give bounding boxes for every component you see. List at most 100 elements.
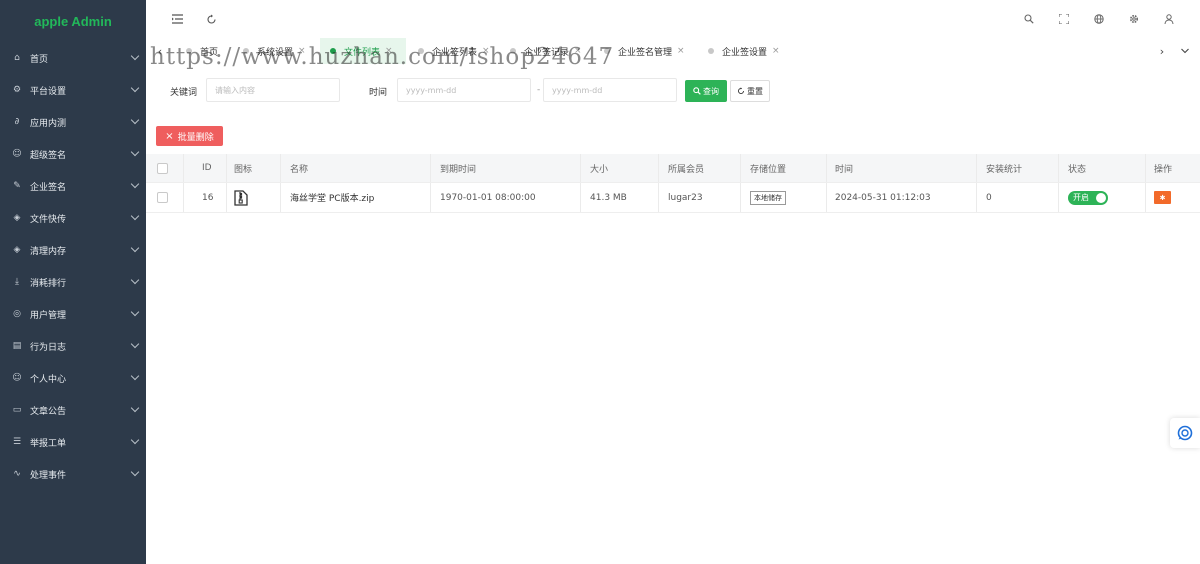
tab-label: 企业签名管理	[618, 47, 673, 58]
sidebar-item-12[interactable]: ☰ 举报工单	[0, 426, 146, 458]
date-separator: -	[537, 85, 541, 95]
column-divider	[740, 183, 741, 212]
zip-file-icon	[234, 183, 248, 212]
tab-2[interactable]: 文件列表 ×	[320, 38, 406, 64]
sidebar-item-label: 清理内存	[30, 246, 67, 257]
search-icon[interactable]	[1022, 12, 1036, 26]
keyword-input[interactable]: 请输入内容	[206, 78, 340, 102]
user-circle-icon: ◎	[13, 309, 21, 319]
tab-5[interactable]: 企业签名管理 ×	[594, 38, 696, 64]
sidebar-item-11[interactable]: ▭ 文章公告	[0, 394, 146, 426]
sidebar-item-5[interactable]: ◈ 文件快传	[0, 202, 146, 234]
column-divider	[826, 183, 827, 212]
sidebar-item-9[interactable]: ▤ 行为日志	[0, 330, 146, 362]
column-header: 存储位置	[750, 164, 787, 175]
tab-dot-icon	[186, 48, 192, 54]
time-label: 时间	[369, 88, 388, 98]
sidebar-item-label: 企业签名	[30, 182, 67, 193]
tab-close-icon[interactable]: ×	[482, 46, 490, 56]
menu-toggle-icon[interactable]	[170, 12, 184, 26]
sidebar-item-10[interactable]: ☺ 个人中心	[0, 362, 146, 394]
select-all-checkbox[interactable]	[157, 154, 168, 182]
sidebar-item-7[interactable]: ⤓ 消耗排行	[0, 266, 146, 298]
main-area: ‹ 首页 系统设置 × 文件列表 × 企业签列表 × 企业签记录 × 企业签名管理 × 企业签设置 × …	[146, 0, 1200, 564]
tabs-prev-icon[interactable]: ‹	[154, 45, 166, 58]
tabs-next-icon[interactable]: ›	[1156, 45, 1168, 58]
globe-icon[interactable]	[1092, 12, 1106, 26]
cube-icon: ◈	[13, 245, 21, 255]
column-header: 时间	[835, 164, 854, 175]
tab-1[interactable]: 系统设置 ×	[233, 38, 318, 64]
column-divider	[1145, 183, 1146, 212]
tab-close-icon[interactable]: ×	[772, 46, 780, 56]
tab-close-icon[interactable]: ×	[298, 46, 306, 56]
sidebar-item-4[interactable]: ✎ 企业签名	[0, 170, 146, 202]
sidebar-item-6[interactable]: ◈ 清理内存	[0, 234, 146, 266]
column-header: 到期时间	[440, 164, 477, 175]
column-header: 安装统计	[986, 164, 1023, 175]
chevron-down-icon	[130, 467, 140, 477]
row-checkbox[interactable]	[157, 183, 168, 212]
chevron-down-icon	[130, 403, 140, 413]
sidebar-item-0[interactable]: ⌂ 首页	[0, 42, 146, 74]
date-to-input[interactable]: yyyy-mm-dd	[543, 78, 677, 102]
table-row: 16 海丝学堂 PC版本.zip 1970-01-01 08:00:00 41.3 M…	[146, 183, 1200, 213]
row-action-button[interactable]: ✱	[1154, 183, 1171, 212]
tab-label: 文件列表	[344, 47, 381, 58]
column-divider	[280, 183, 281, 212]
sidebar: apple Admin ⌂ 首页 ⚙ 平台设置 ∂ 应用内测 ☺ 超级签名 ✎ 企业签名 ◈ 文件快传…	[0, 0, 146, 564]
tab-3[interactable]: 企业签列表 ×	[408, 38, 498, 64]
search-button[interactable]: 查询	[685, 80, 727, 102]
fullscreen-icon[interactable]	[1057, 12, 1071, 26]
tab-0[interactable]: 首页	[176, 38, 234, 64]
storage-location: 本地储存	[750, 183, 786, 212]
sidebar-item-1[interactable]: ⚙ 平台设置	[0, 74, 146, 106]
tab-close-icon[interactable]: ×	[677, 46, 685, 56]
column-divider	[183, 183, 184, 212]
refresh-icon[interactable]	[204, 12, 218, 26]
monitor-icon: ▭	[12, 405, 22, 415]
expire-time: 1970-01-01 08:00:00	[440, 192, 536, 203]
keyword-placeholder: 请输入内容	[215, 85, 255, 95]
tab-dot-icon	[604, 48, 610, 54]
member-name: lugar23	[668, 192, 703, 203]
keyword-label: 关键词	[170, 88, 198, 98]
status-toggle[interactable]: 开启	[1068, 183, 1108, 212]
tab-dot-icon	[708, 48, 714, 54]
column-divider	[226, 154, 227, 182]
install-count: 0	[986, 192, 992, 203]
sidebar-item-label: 举报工单	[30, 438, 67, 449]
tab-close-icon[interactable]: ×	[574, 46, 582, 56]
batch-delete-button[interactable]: × 批量删除	[156, 126, 223, 146]
sidebar-item-13[interactable]: ∿ 处理事件	[0, 458, 146, 490]
column-divider	[976, 154, 977, 182]
created-time: 2024-05-31 01:12:03	[835, 192, 931, 203]
close-icon: ×	[165, 130, 174, 142]
chevron-down-icon	[130, 307, 140, 317]
reset-button[interactable]: 重置	[730, 80, 770, 102]
sidebar-item-label: 应用内测	[30, 118, 67, 129]
tab-6[interactable]: 企业签设置 ×	[698, 38, 783, 64]
chevron-down-icon	[130, 435, 140, 445]
settings-gear-icon[interactable]	[1127, 12, 1141, 26]
brand-logo: apple Admin	[34, 13, 112, 29]
tab-4[interactable]: 企业签记录 ×	[500, 38, 592, 64]
column-header: 名称	[290, 164, 309, 175]
chevron-down-icon	[130, 371, 140, 381]
column-header: ID	[202, 163, 212, 173]
reset-button-label: 重置	[747, 86, 763, 96]
sidebar-item-label: 平台设置	[30, 86, 67, 97]
tab-close-icon[interactable]: ×	[385, 46, 393, 56]
tabs-more-icon[interactable]	[1179, 45, 1191, 57]
delete-icon: ✱	[1154, 191, 1171, 204]
user-icon[interactable]	[1162, 12, 1176, 26]
customer-service-button[interactable]	[1170, 418, 1200, 448]
file-table: ID 图标 名称 到期时间 大小 所属会员 存储位置 时间 安装统计 状态 操作 16 海丝学堂 PC…	[146, 154, 1200, 213]
file-name[interactable]: 海丝学堂 PC版本.zip	[290, 183, 374, 212]
reset-icon	[738, 87, 744, 94]
column-header: 操作	[1154, 164, 1173, 175]
sidebar-item-2[interactable]: ∂ 应用内测	[0, 106, 146, 138]
sidebar-item-3[interactable]: ☺ 超级签名	[0, 138, 146, 170]
sidebar-item-8[interactable]: ◎ 用户管理	[0, 298, 146, 330]
date-from-input[interactable]: yyyy-mm-dd	[397, 78, 531, 102]
